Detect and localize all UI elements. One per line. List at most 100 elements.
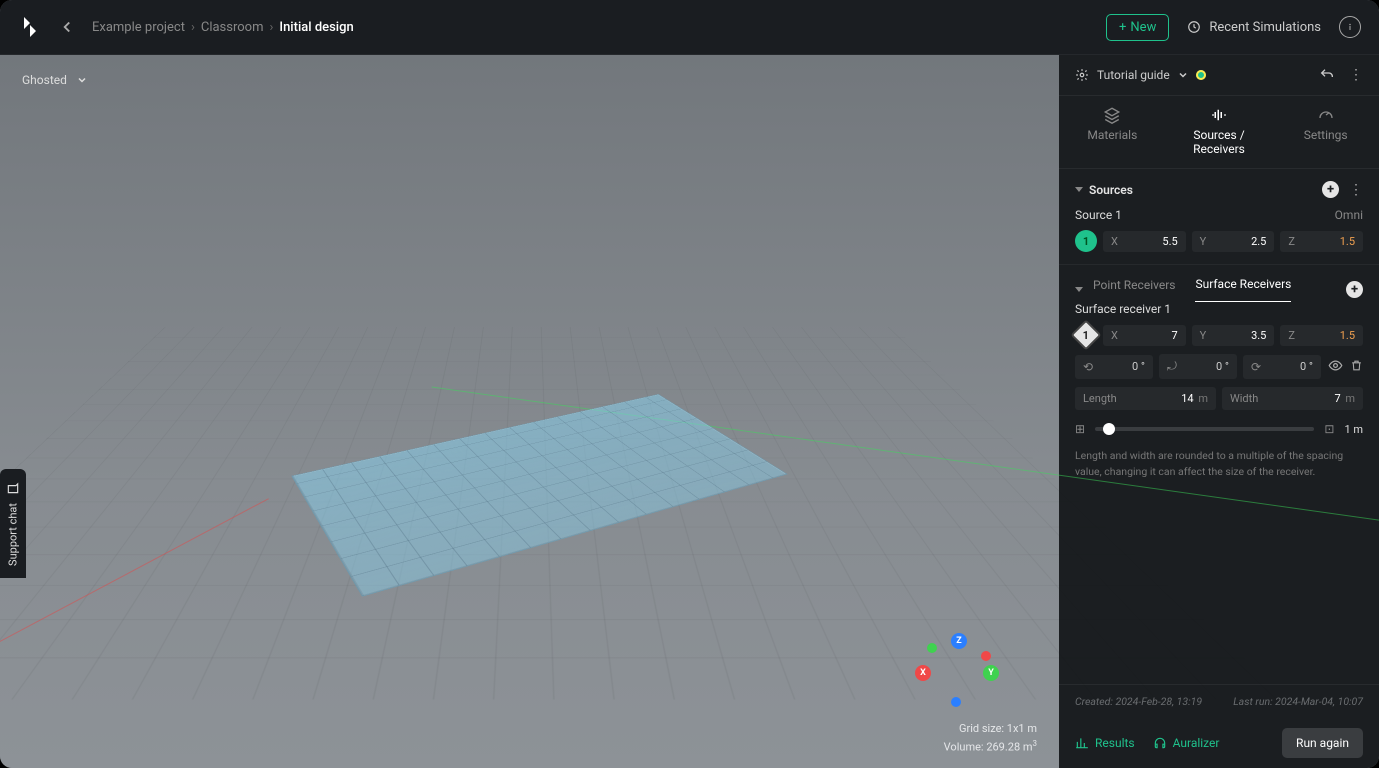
breadcrumb-project[interactable]: Example project bbox=[92, 20, 185, 35]
dim-unit: m bbox=[1196, 392, 1208, 405]
headphones-icon bbox=[1153, 736, 1167, 750]
breadcrumb-room[interactable]: Classroom bbox=[201, 20, 264, 35]
sources-section: Sources + ⋮ Source 1 Omni 1 X 5.5 bbox=[1059, 169, 1379, 265]
rot-val: 0 ° bbox=[1300, 360, 1313, 373]
sources-heading[interactable]: Sources bbox=[1075, 183, 1133, 197]
new-label: New bbox=[1130, 20, 1156, 35]
length-input[interactable]: Length 14 m bbox=[1075, 387, 1216, 410]
chart-icon bbox=[1075, 736, 1089, 750]
tutorial-guide-select[interactable]: Tutorial guide bbox=[1075, 68, 1206, 82]
topbar: Example project › Classroom › Initial de… bbox=[0, 0, 1379, 55]
axis-label: Y bbox=[1200, 235, 1207, 248]
auralizer-button[interactable]: Auralizer bbox=[1153, 736, 1220, 750]
width-input[interactable]: Width 7 m bbox=[1222, 387, 1363, 410]
status-dot bbox=[1196, 70, 1206, 80]
tab-materials[interactable]: Materials bbox=[1059, 96, 1166, 168]
support-label: Support chat bbox=[7, 503, 20, 566]
axis-value: 1.5 bbox=[1340, 329, 1355, 342]
support-chat-button[interactable]: Support chat bbox=[0, 469, 26, 578]
rot-y-input[interactable]: ⤾0 ° bbox=[1159, 354, 1237, 379]
axis-label: Y bbox=[1200, 329, 1207, 342]
breadcrumb-sep: › bbox=[269, 20, 273, 35]
tab-label: Materials bbox=[1087, 128, 1137, 142]
source-y-input[interactable]: Y 2.5 bbox=[1192, 231, 1275, 252]
heading-label: Sources bbox=[1089, 183, 1133, 197]
dim-unit: m bbox=[1343, 392, 1355, 405]
source-badge[interactable]: 1 bbox=[1075, 230, 1097, 252]
rot-x-input[interactable]: ⟲0 ° bbox=[1075, 355, 1153, 379]
delete-button[interactable] bbox=[1349, 359, 1363, 375]
tab-point-receivers[interactable]: Point Receivers bbox=[1093, 278, 1175, 302]
collapse-icon bbox=[1075, 187, 1083, 192]
tab-sources-receivers[interactable]: Sources / Receivers bbox=[1166, 96, 1273, 168]
tab-surface-receivers[interactable]: Surface Receivers bbox=[1195, 277, 1291, 302]
orientation-gizmo[interactable]: Z Y X bbox=[919, 633, 999, 713]
collapse-icon[interactable] bbox=[1075, 287, 1083, 292]
rotate-icon: ⟳ bbox=[1251, 360, 1261, 374]
breadcrumb: Example project › Classroom › Initial de… bbox=[92, 20, 354, 35]
slider-thumb[interactable] bbox=[1103, 423, 1115, 435]
run-again-button[interactable]: Run again bbox=[1282, 728, 1363, 758]
axis-value: 5.5 bbox=[1162, 235, 1177, 248]
grid-size-label: Grid size: 1x1 m bbox=[944, 720, 1037, 738]
eye-icon bbox=[1328, 358, 1343, 373]
gizmo-y[interactable]: Y bbox=[983, 665, 999, 681]
axis-label: Z bbox=[1288, 329, 1295, 342]
rotate-icon: ⤾ bbox=[1167, 359, 1177, 374]
axis-value: 2.5 bbox=[1251, 235, 1266, 248]
sources-menu[interactable]: ⋮ bbox=[1349, 182, 1363, 198]
visibility-toggle[interactable] bbox=[1327, 358, 1343, 376]
gizmo-x[interactable]: X bbox=[915, 665, 931, 681]
results-button[interactable]: Results bbox=[1075, 736, 1135, 750]
gizmo-z[interactable]: Z bbox=[951, 633, 967, 649]
receiver-y-input[interactable]: Y 3.5 bbox=[1192, 325, 1275, 346]
history-icon bbox=[1187, 20, 1201, 34]
gizmo-dot bbox=[927, 643, 937, 653]
layers-icon bbox=[1103, 108, 1121, 122]
spacing-slider[interactable] bbox=[1095, 427, 1314, 431]
receiver-z-input[interactable]: Z 1.5 bbox=[1280, 325, 1363, 346]
info-icon bbox=[1344, 21, 1356, 33]
grid-large-icon: ⊡ bbox=[1324, 422, 1334, 436]
grid-small-icon: ⊞ bbox=[1075, 422, 1085, 436]
receiver-name[interactable]: Surface receiver 1 bbox=[1059, 302, 1379, 324]
dim-value: 14 bbox=[1181, 392, 1193, 405]
more-menu[interactable]: ⋮ bbox=[1349, 67, 1363, 83]
add-receiver-button[interactable]: + bbox=[1346, 281, 1363, 298]
tab-settings[interactable]: Settings bbox=[1272, 96, 1379, 168]
chevron-down-icon bbox=[77, 75, 87, 85]
spacing-value: 1 m bbox=[1344, 423, 1363, 436]
undo-icon[interactable] bbox=[1319, 67, 1335, 83]
rot-z-input[interactable]: ⟳ 0 ° bbox=[1243, 355, 1321, 379]
axis-value: 1.5 bbox=[1340, 235, 1355, 248]
tab-label: Settings bbox=[1304, 128, 1348, 142]
receiver-badge[interactable]: 1 bbox=[1070, 319, 1101, 350]
chat-icon bbox=[6, 481, 20, 495]
axis-value: 3.5 bbox=[1251, 329, 1266, 342]
source-x-input[interactable]: X 5.5 bbox=[1103, 231, 1186, 252]
spacing-note: Length and width are rounded to a multip… bbox=[1059, 448, 1379, 496]
gauge-icon bbox=[1317, 108, 1335, 122]
recent-simulations-button[interactable]: Recent Simulations bbox=[1187, 20, 1321, 35]
view-mode-select[interactable]: Ghosted bbox=[22, 73, 87, 87]
help-button[interactable] bbox=[1339, 16, 1361, 38]
add-source-button[interactable]: + bbox=[1322, 181, 1339, 198]
recent-label: Recent Simulations bbox=[1209, 20, 1321, 35]
new-button[interactable]: + New bbox=[1106, 14, 1169, 41]
receiver-tabs: Point Receivers Surface Receivers + bbox=[1059, 265, 1379, 302]
viewport-3d[interactable]: Ghosted Z Y X Grid size: 1x1 m bbox=[0, 55, 1059, 768]
axis-label: Z bbox=[1288, 235, 1295, 248]
tutorial-label: Tutorial guide bbox=[1097, 68, 1170, 82]
back-button[interactable] bbox=[58, 18, 76, 36]
room-model bbox=[220, 260, 840, 640]
gear-icon bbox=[1075, 68, 1089, 82]
results-label: Results bbox=[1095, 736, 1135, 750]
source-name[interactable]: Source 1 bbox=[1075, 208, 1122, 222]
axis-label: X bbox=[1111, 235, 1118, 248]
tab-label: Sources / Receivers bbox=[1170, 128, 1269, 156]
breadcrumb-design: Initial design bbox=[279, 20, 353, 35]
source-z-input[interactable]: Z 1.5 bbox=[1280, 231, 1363, 252]
chevron-down-icon bbox=[1178, 70, 1188, 80]
receiver-x-input[interactable]: X 7 bbox=[1103, 325, 1186, 346]
view-mode-label: Ghosted bbox=[22, 73, 67, 87]
